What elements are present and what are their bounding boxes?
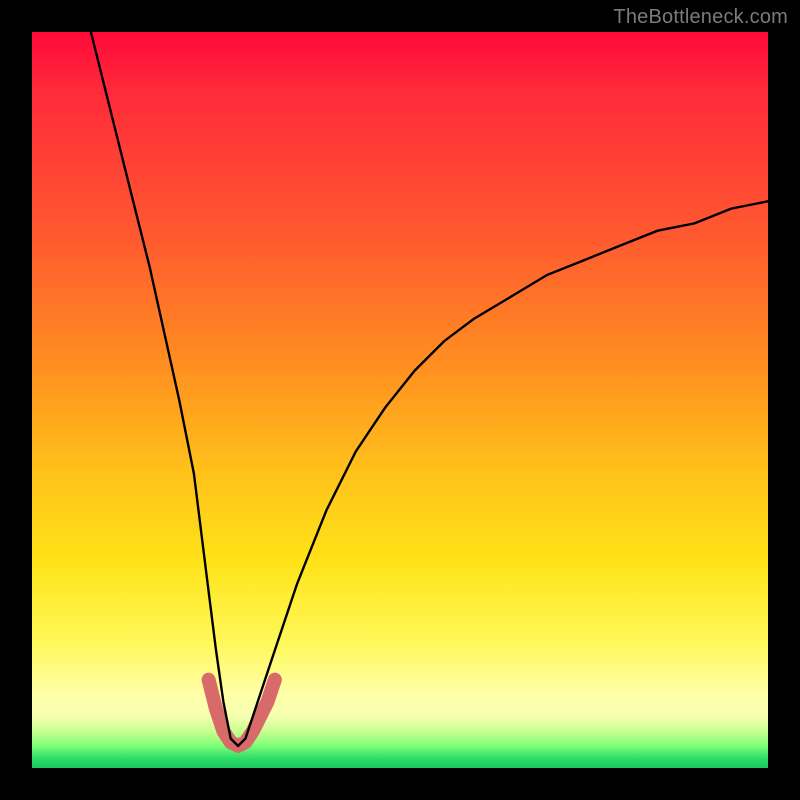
curve-layer <box>32 32 768 768</box>
chart-stage: TheBottleneck.com <box>0 0 800 800</box>
trough-highlight <box>209 680 275 746</box>
plot-area <box>32 32 768 768</box>
watermark-label: TheBottleneck.com <box>613 6 788 29</box>
bottleneck-curve <box>91 32 768 746</box>
